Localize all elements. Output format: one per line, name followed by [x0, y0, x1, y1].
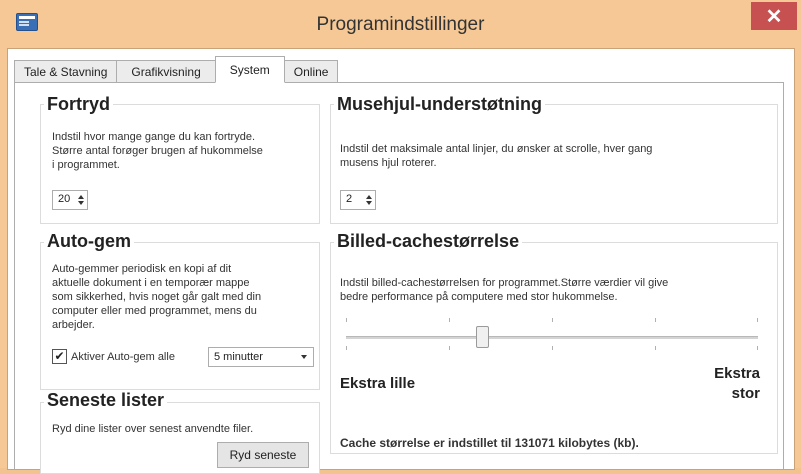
recent-title: Seneste lister	[44, 390, 168, 411]
recent-description: Ryd dine lister over senest anvendte fil…	[52, 423, 254, 435]
fortryd-desc-line: i programmet.	[52, 159, 120, 171]
autogem-desc-line: Auto-gemmer periodisk en kopi af dit	[52, 263, 232, 275]
tab-bar: Tale & Stavning Grafikvisning System Onl…	[14, 56, 339, 83]
cache-group	[330, 242, 778, 454]
cache-desc-line: bedre performance på computere med stor …	[340, 291, 618, 303]
autogem-title: Auto-gem	[44, 231, 134, 252]
autogem-desc-line: computer eller med programmet, mens du	[52, 305, 257, 317]
slider-tick	[552, 318, 553, 322]
autogem-desc-line: aktuelle dokument i en temporær mappe	[52, 277, 250, 289]
autogem-desc-line: arbejder.	[52, 319, 95, 331]
autogem-interval-select[interactable]: 5 minutter	[208, 347, 314, 367]
spin-arrows-icon[interactable]	[76, 193, 85, 207]
clear-recent-button[interactable]: Ryd seneste	[217, 442, 309, 468]
musehjul-title: Musehjul-understøtning	[334, 94, 545, 115]
autogem-checkbox[interactable]: ✔	[52, 349, 67, 364]
fortryd-count-stepper[interactable]: 20	[52, 190, 88, 210]
fortryd-desc-line: Større antal forøger brugen af hukommels…	[52, 145, 263, 157]
tab-grafikvisning[interactable]: Grafikvisning	[116, 60, 216, 82]
cache-description: Indstil billed-cachestørrelsen for progr…	[340, 276, 770, 304]
slider-tick	[449, 318, 450, 322]
slider-tick	[655, 318, 656, 322]
close-button[interactable]: ✕	[751, 2, 797, 30]
musehjul-desc-line: musens hjul roterer.	[340, 157, 437, 169]
cache-desc-line: Indstil billed-cachestørrelsen for progr…	[340, 277, 669, 289]
musehjul-description: Indstil det maksimale antal linjer, du ø…	[340, 142, 770, 170]
settings-window: Programindstillinger ✕ Tale & Stavning G…	[0, 0, 801, 474]
fortryd-desc-line: Indstil hvor mange gange du kan fortryde…	[52, 131, 256, 143]
fortryd-count-value: 20	[58, 193, 71, 205]
cache-min-label: Ekstra lille	[340, 375, 416, 392]
tab-system[interactable]: System	[214, 56, 285, 83]
slider-tick	[346, 346, 347, 350]
slider-tick	[449, 346, 450, 350]
chevron-down-icon	[301, 355, 307, 359]
autogem-interval-value: 5 minutter	[214, 351, 263, 363]
tab-tale-stavning[interactable]: Tale & Stavning	[14, 60, 118, 82]
slider-track[interactable]	[346, 336, 758, 339]
autogem-checkbox-label[interactable]: Aktiver Auto-gem alle	[71, 350, 175, 364]
cache-max-label: Ekstra stor	[690, 364, 760, 404]
fortryd-title: Fortryd	[44, 94, 113, 115]
slider-tick	[757, 346, 758, 350]
autogem-description: Auto-gemmer periodisk en kopi af dit akt…	[52, 262, 314, 332]
slider-tick	[552, 346, 553, 350]
window-title: Programindstillinger	[316, 14, 485, 35]
fortryd-description: Indstil hvor mange gange du kan fortryde…	[52, 130, 314, 172]
musehjul-desc-line: Indstil det maksimale antal linjer, du ø…	[340, 143, 653, 155]
scroll-lines-stepper[interactable]: 2	[340, 190, 376, 210]
slider-tick	[757, 318, 758, 322]
slider-tick	[655, 346, 656, 350]
autogem-desc-line: som sikkerhed, hvis noget går galt med d…	[52, 291, 262, 303]
tab-online[interactable]: Online	[283, 60, 339, 82]
slider-thumb[interactable]	[476, 326, 489, 348]
close-icon: ✕	[765, 5, 783, 28]
cache-title: Billed-cachestørrelse	[334, 231, 523, 252]
slider-tick	[346, 318, 347, 322]
scroll-lines-value: 2	[346, 193, 353, 205]
title-bar[interactable]: Programindstillinger ✕	[0, 0, 801, 46]
cache-status-text: Cache størrelse er indstillet til 131071…	[340, 436, 639, 450]
spin-arrows-icon[interactable]	[364, 193, 373, 207]
cache-max-label-line: Ekstra	[714, 365, 760, 382]
cache-max-label-line: stor	[731, 385, 760, 402]
